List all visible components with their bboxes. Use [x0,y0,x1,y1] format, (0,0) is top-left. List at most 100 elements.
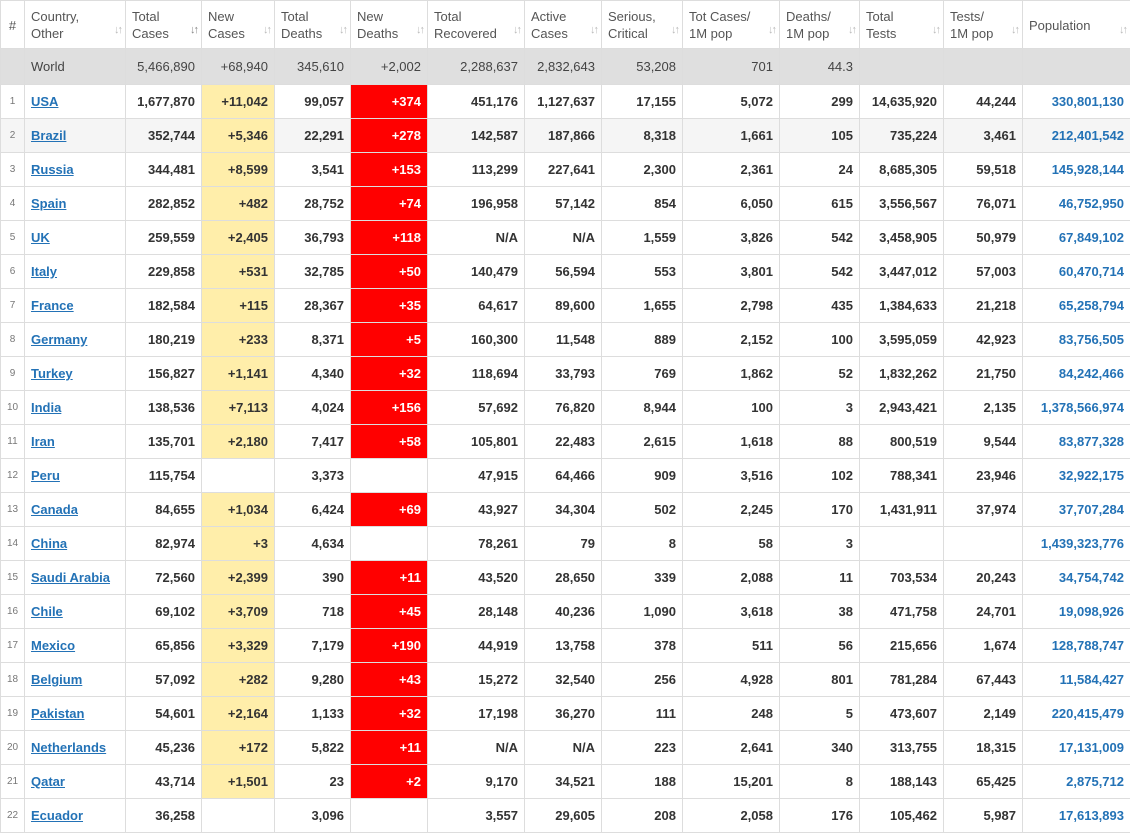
country-link[interactable]: Belgium [31,672,82,687]
country-link[interactable]: USA [31,94,58,109]
country-link[interactable]: Chile [31,604,63,619]
sort-arrows-icon[interactable]: ↓↑ [590,22,597,39]
population-cell[interactable]: 1,378,566,974 [1023,391,1130,425]
table-row: 5UK259,559+2,40536,793+118N/AN/A1,5593,8… [1,221,1130,255]
total-recovered-column-header[interactable]: Total Recovered↓↑ [428,1,525,49]
sort-arrows-icon[interactable]: ↓↑ [768,22,775,39]
total-deaths-cell: 7,179 [275,629,351,663]
population-cell [1023,49,1130,85]
country-cell: Peru [25,459,126,493]
total-recovered-cell: 15,272 [428,663,525,697]
country-link[interactable]: Peru [31,468,60,483]
total-cases-cell: 344,481 [126,153,202,187]
new-cases-cell: +282 [202,663,275,697]
new-cases-column-header[interactable]: New Cases↓↑ [202,1,275,49]
country-link[interactable]: Brazil [31,128,66,143]
population-cell[interactable]: 34,754,742 [1023,561,1130,595]
sort-arrows-icon[interactable]: ↓↑ [190,22,197,39]
population-cell[interactable]: 84,242,466 [1023,357,1130,391]
sort-arrows-icon[interactable]: ↓↑ [671,22,678,39]
population-cell[interactable]: 60,470,714 [1023,255,1130,289]
population-cell[interactable]: 17,131,009 [1023,731,1130,765]
population-cell[interactable]: 11,584,427 [1023,663,1130,697]
tests-per-million-cell: 23,946 [944,459,1023,493]
population-cell[interactable]: 83,877,328 [1023,425,1130,459]
population-cell[interactable]: 330,801,130 [1023,85,1130,119]
new-deaths-column-header[interactable]: New Deaths↓↑ [351,1,428,49]
total-recovered-cell: 9,170 [428,765,525,799]
country-link[interactable]: Saudi Arabia [31,570,110,585]
country-link[interactable]: Qatar [31,774,65,789]
country-link[interactable]: Spain [31,196,66,211]
serious-critical-cell: 2,300 [602,153,683,187]
sort-arrows-icon[interactable]: ↓↑ [416,22,423,39]
new-deaths-cell: +32 [351,697,428,731]
population-cell[interactable]: 65,258,794 [1023,289,1130,323]
country-link[interactable]: Italy [31,264,57,279]
serious-critical-cell: 339 [602,561,683,595]
tests-per-million-cell: 59,518 [944,153,1023,187]
population-cell[interactable]: 67,849,102 [1023,221,1130,255]
sort-arrows-icon[interactable]: ↓↑ [932,22,939,39]
population-cell[interactable]: 2,875,712 [1023,765,1130,799]
total-tests-cell: 3,556,567 [860,187,944,221]
sort-arrows-icon[interactable]: ↓↑ [114,22,121,39]
cases-per-million-cell: 701 [683,49,780,85]
tests-per-million-cell: 65,425 [944,765,1023,799]
sort-arrows-icon[interactable]: ↓↑ [848,22,855,39]
country-link[interactable]: Russia [31,162,74,177]
sort-arrows-icon[interactable]: ↓↑ [263,22,270,39]
population-cell[interactable]: 145,928,144 [1023,153,1130,187]
total-cases-column-header[interactable]: Total Cases↓↑ [126,1,202,49]
deaths-per-million-column-header[interactable]: Deaths/ 1M pop↓↑ [780,1,860,49]
population-cell[interactable]: 220,415,479 [1023,697,1130,731]
country-link[interactable]: Mexico [31,638,75,653]
active-cases-cell: 57,142 [525,187,602,221]
active-cases-column-header[interactable]: Active Cases↓↑ [525,1,602,49]
population-cell[interactable]: 128,788,747 [1023,629,1130,663]
country-link[interactable]: Iran [31,434,55,449]
new-deaths-cell: +2,002 [351,49,428,85]
cases-per-million-cell: 2,798 [683,289,780,323]
population-cell[interactable]: 19,098,926 [1023,595,1130,629]
new-cases-cell: +7,113 [202,391,275,425]
serious-critical-cell: 223 [602,731,683,765]
new-deaths-cell [351,459,428,493]
country-link[interactable]: Turkey [31,366,73,381]
population-column-header[interactable]: Population↓↑ [1023,1,1130,49]
tests-per-million-column-header[interactable]: Tests/ 1M pop↓↑ [944,1,1023,49]
cases-per-million-column-header[interactable]: Tot Cases/ 1M pop↓↑ [683,1,780,49]
country-link[interactable]: UK [31,230,50,245]
population-cell[interactable]: 17,613,893 [1023,799,1130,833]
tests-per-million-cell: 2,149 [944,697,1023,731]
sort-arrows-icon[interactable]: ↓↑ [1011,22,1018,39]
population-cell[interactable]: 46,752,950 [1023,187,1130,221]
country-link[interactable]: Ecuador [31,808,83,823]
country-link[interactable]: Netherlands [31,740,106,755]
total-deaths-column-header[interactable]: Total Deaths↓↑ [275,1,351,49]
total-tests-column-header[interactable]: Total Tests↓↑ [860,1,944,49]
sort-arrows-icon[interactable]: ↓↑ [513,22,520,39]
country-cell: Turkey [25,357,126,391]
population-cell[interactable]: 1,439,323,776 [1023,527,1130,561]
country-link[interactable]: India [31,400,61,415]
total-deaths-cell: 99,057 [275,85,351,119]
population-cell[interactable]: 83,756,505 [1023,323,1130,357]
rank-cell: 22 [1,799,25,833]
serious-critical-column-header[interactable]: Serious, Critical↓↑ [602,1,683,49]
country-link[interactable]: France [31,298,74,313]
active-cases-cell: 29,605 [525,799,602,833]
country-link[interactable]: Canada [31,502,78,517]
country-link[interactable]: Germany [31,332,87,347]
sort-arrows-icon[interactable]: ↓↑ [1119,22,1126,39]
country-link[interactable]: China [31,536,67,551]
total-cases-cell: 36,258 [126,799,202,833]
population-cell[interactable]: 32,922,175 [1023,459,1130,493]
population-cell[interactable]: 37,707,284 [1023,493,1130,527]
new-cases-cell: +11,042 [202,85,275,119]
sort-arrows-icon[interactable]: ↓↑ [339,22,346,39]
new-cases-cell [202,459,275,493]
country-link[interactable]: Pakistan [31,706,84,721]
country-column-header[interactable]: Country, Other↓↑ [25,1,126,49]
population-cell[interactable]: 212,401,542 [1023,119,1130,153]
